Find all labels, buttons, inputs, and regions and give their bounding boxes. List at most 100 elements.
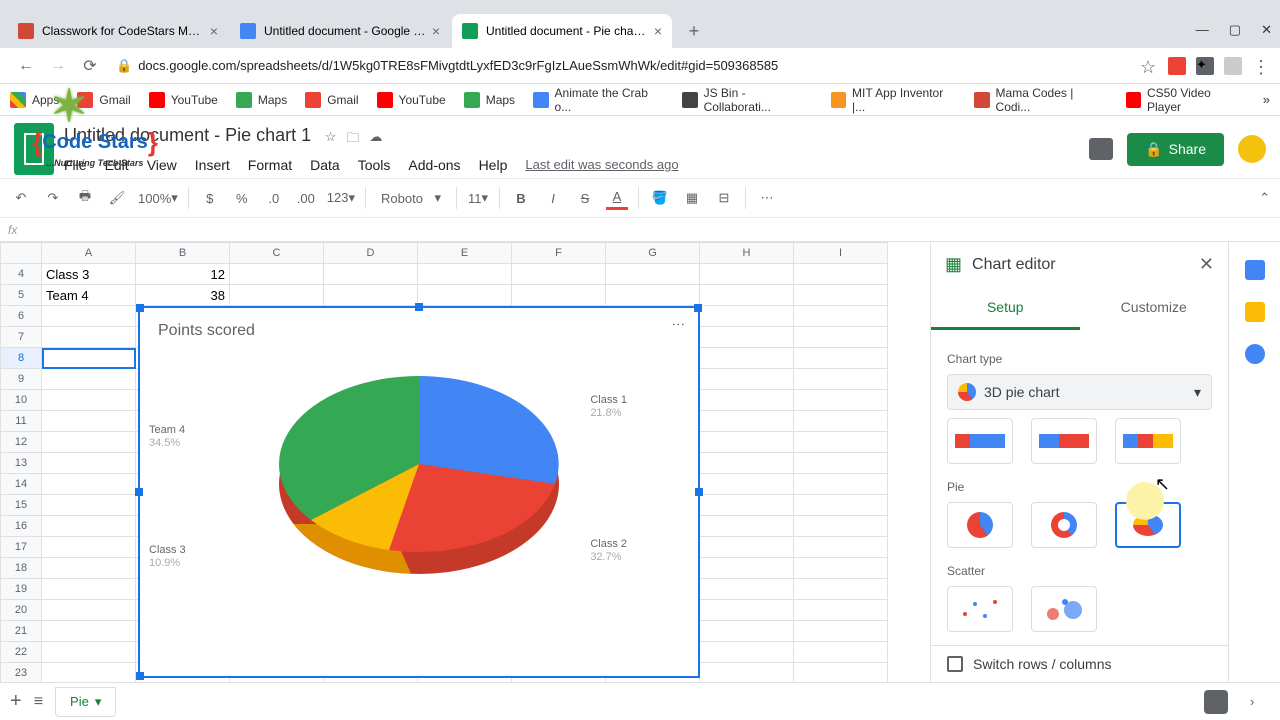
row-header[interactable]: 21 (0, 621, 42, 642)
expand-side-icon[interactable]: › (1250, 694, 1270, 709)
chart-thumb-bar[interactable] (947, 418, 1013, 464)
cell[interactable] (418, 264, 512, 285)
cell[interactable]: 12 (136, 264, 230, 285)
cell[interactable] (42, 579, 136, 600)
row-header[interactable]: 8 (0, 348, 42, 369)
col-header[interactable]: G (606, 242, 700, 264)
maximize-icon[interactable]: ▢ (1229, 22, 1241, 38)
chart-thumb-bar[interactable] (1031, 418, 1097, 464)
chevron-down-icon[interactable]: ▾ (95, 694, 102, 710)
tab-close-icon[interactable]: × (210, 23, 218, 39)
col-header[interactable]: F (512, 242, 606, 264)
resize-handle[interactable] (695, 488, 703, 496)
cell[interactable] (42, 558, 136, 579)
switch-rows-option[interactable]: Switch rows / columns (931, 645, 1228, 682)
resize-handle[interactable] (415, 303, 423, 311)
row-header[interactable]: 23 (0, 663, 42, 682)
minimize-icon[interactable]: — (1196, 22, 1209, 38)
keep-icon[interactable] (1245, 302, 1265, 322)
cell[interactable] (42, 390, 136, 411)
menu-data[interactable]: Data (310, 157, 340, 173)
chart-menu-icon[interactable]: ⋮ (671, 318, 686, 331)
font-size[interactable]: 11 ▾ (467, 186, 489, 210)
star-icon[interactable]: ☆ (1140, 57, 1158, 75)
resize-handle[interactable] (136, 304, 144, 312)
more-formats[interactable]: 123▾ (327, 186, 355, 210)
cell[interactable] (42, 369, 136, 390)
row-header[interactable]: 15 (0, 495, 42, 516)
cell[interactable] (42, 411, 136, 432)
cell[interactable] (324, 285, 418, 306)
menu-help[interactable]: Help (479, 157, 508, 173)
cell[interactable] (512, 285, 606, 306)
chart-thumb-pie[interactable] (947, 502, 1013, 548)
cell[interactable] (42, 600, 136, 621)
decimal-dec-icon[interactable]: .0 (263, 186, 285, 210)
cell[interactable] (700, 453, 794, 474)
cell[interactable] (230, 285, 324, 306)
cell[interactable] (700, 390, 794, 411)
menu-icon[interactable]: ⋮ (1252, 57, 1270, 75)
cell[interactable] (794, 348, 888, 369)
ext-icon[interactable] (1224, 57, 1242, 75)
cell[interactable]: Class 3 (42, 264, 136, 285)
row-header[interactable]: 13 (0, 453, 42, 474)
cell[interactable] (794, 390, 888, 411)
cell[interactable] (700, 495, 794, 516)
cell[interactable] (700, 516, 794, 537)
row-header[interactable]: 22 (0, 642, 42, 663)
cell[interactable] (794, 642, 888, 663)
cell[interactable] (794, 537, 888, 558)
cell[interactable] (42, 474, 136, 495)
row-header[interactable]: 9 (0, 369, 42, 390)
cell[interactable] (794, 663, 888, 682)
new-tab-button[interactable]: + (680, 17, 708, 45)
star-icon[interactable]: ☆ (325, 129, 337, 151)
cloud-icon[interactable]: ☁ (369, 129, 382, 151)
tab-setup[interactable]: Setup (931, 287, 1080, 330)
chart-title[interactable]: Points scored (140, 308, 698, 344)
chart-thumb-scatter[interactable] (947, 586, 1013, 632)
cell[interactable] (700, 537, 794, 558)
cell[interactable] (606, 264, 700, 285)
cell[interactable] (42, 327, 136, 348)
row-header[interactable]: 11 (0, 411, 42, 432)
row-header[interactable]: 5 (0, 285, 42, 306)
cell[interactable] (794, 285, 888, 306)
cell[interactable] (794, 558, 888, 579)
chart-thumb-bar[interactable] (1115, 418, 1181, 464)
italic-icon[interactable]: I (542, 186, 564, 210)
cell[interactable] (700, 411, 794, 432)
bookmark[interactable]: YouTube (377, 92, 446, 108)
cell[interactable] (324, 264, 418, 285)
cell[interactable] (794, 495, 888, 516)
menu-addons[interactable]: Add-ons (408, 157, 460, 173)
cell[interactable] (794, 264, 888, 285)
col-header[interactable]: H (700, 242, 794, 264)
cell[interactable] (42, 621, 136, 642)
resize-handle[interactable] (694, 304, 702, 312)
move-icon[interactable]: 🗀 (346, 129, 359, 151)
explore-icon[interactable] (1204, 690, 1228, 714)
row-header[interactable]: 10 (0, 390, 42, 411)
col-header[interactable]: D (324, 242, 418, 264)
row-header[interactable]: 14 (0, 474, 42, 495)
menu-tools[interactable]: Tools (358, 157, 391, 173)
cell[interactable]: Team 4 (42, 285, 136, 306)
select-all-corner[interactable] (0, 242, 42, 264)
cell[interactable] (700, 642, 794, 663)
collapse-toolbar-icon[interactable]: ⌃ (1259, 190, 1270, 206)
borders-icon[interactable]: ▦ (681, 186, 703, 210)
cell[interactable] (794, 474, 888, 495)
last-edit[interactable]: Last edit was seconds ago (525, 157, 678, 173)
tasks-icon[interactable] (1245, 344, 1265, 364)
add-sheet-icon[interactable]: + (10, 690, 22, 713)
reload-icon[interactable]: ⟳ (78, 54, 102, 78)
cell[interactable] (700, 621, 794, 642)
cell[interactable] (700, 264, 794, 285)
row-header[interactable]: 4 (0, 264, 42, 285)
cell[interactable] (794, 411, 888, 432)
embedded-chart[interactable]: Points scored ⋮ Class 121.8% Class (138, 306, 700, 678)
row-header[interactable]: 20 (0, 600, 42, 621)
cell[interactable] (794, 621, 888, 642)
